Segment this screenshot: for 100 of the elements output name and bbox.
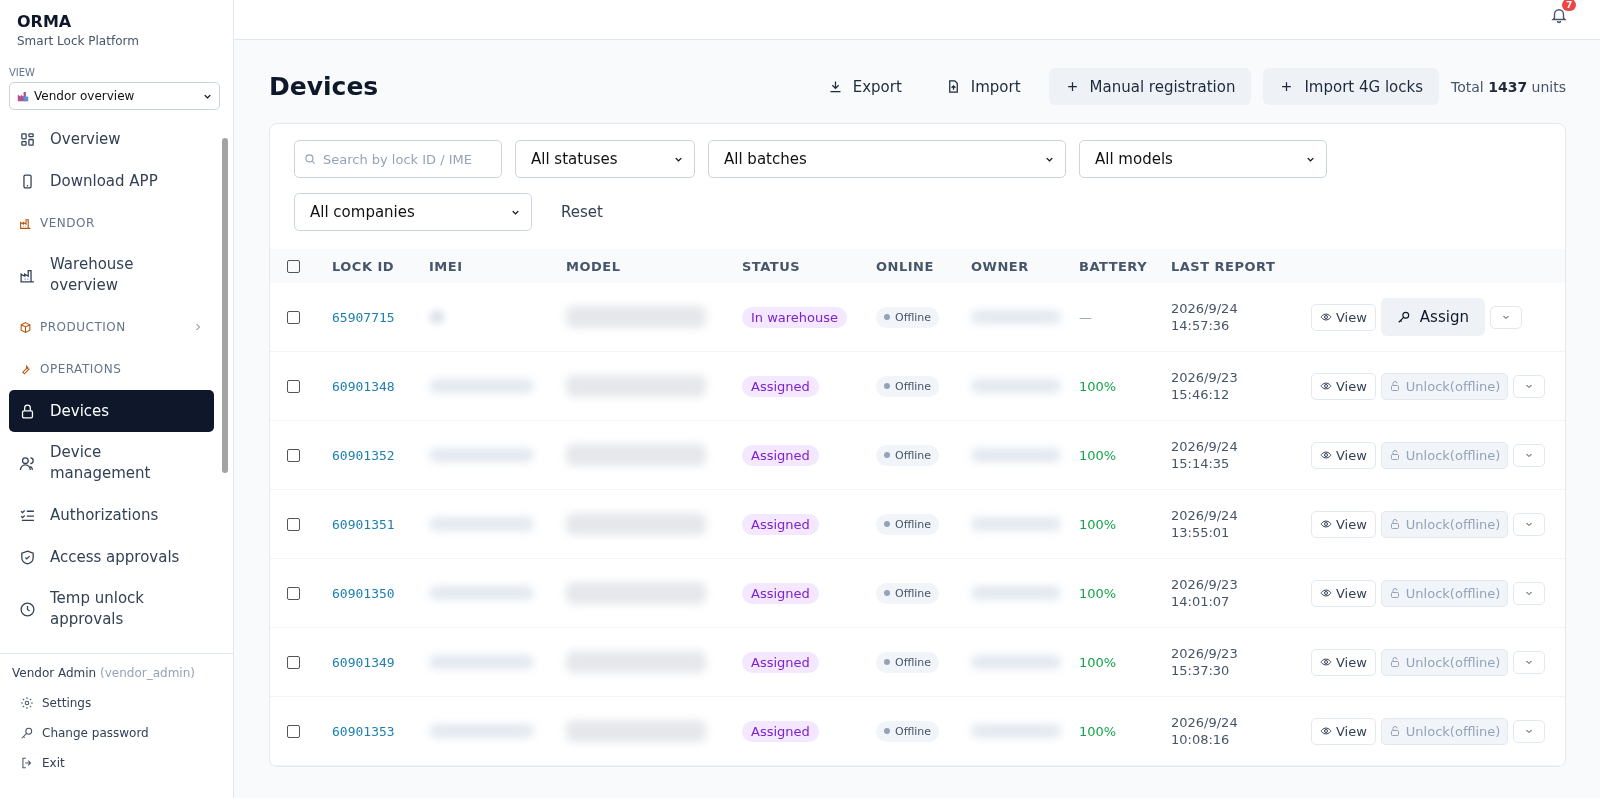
unlocked-padlock-icon	[1388, 518, 1401, 530]
filter-select[interactable]: All statuses	[515, 140, 695, 178]
nav-item[interactable]: Authorizations	[9, 494, 214, 536]
report-time: 2026/9/24 10:08:16	[1171, 714, 1238, 748]
column-header[interactable]: BATTERY	[1079, 258, 1148, 274]
lock-id-link[interactable]: 60901350	[332, 585, 395, 601]
column-header[interactable]: LOCK ID	[332, 258, 395, 274]
toolbar-button[interactable]: Export	[811, 68, 918, 105]
battery-level: 100%	[1079, 378, 1117, 394]
notification-bell-icon[interactable]	[1550, 6, 1568, 24]
filter-select[interactable]: All batches	[708, 140, 1066, 178]
column-header[interactable]: LAST REPORT	[1171, 258, 1276, 274]
lock-id-link[interactable]: 60901351	[332, 516, 395, 532]
nav-item[interactable]: Device management	[9, 432, 214, 494]
view-label: VIEW	[9, 67, 36, 78]
unlocked-padlock-icon	[1388, 380, 1401, 392]
view-button[interactable]: View	[1311, 303, 1376, 331]
view-select[interactable]: Vendor overview	[9, 82, 220, 110]
battery-level: 100%	[1079, 447, 1117, 463]
online-badge: Offline	[876, 444, 940, 466]
column-header[interactable]: ONLINE	[876, 258, 934, 274]
view-button[interactable]: View	[1311, 372, 1376, 400]
eye-icon	[1320, 311, 1332, 323]
column-header[interactable]: IMEI	[429, 258, 463, 274]
unlocked-padlock-icon	[1388, 587, 1401, 599]
brand-name: ORMA	[17, 12, 73, 31]
user-menu-link[interactable]: Change password	[12, 718, 221, 748]
column-header[interactable]: OWNER	[971, 258, 1029, 274]
add-button[interactable]: Import 4G locks	[1263, 68, 1439, 105]
online-badge: Offline	[876, 651, 940, 673]
factory-icon	[19, 216, 32, 230]
status-badge: Assigned	[742, 720, 819, 742]
lock-icon	[19, 402, 36, 420]
row-checkbox[interactable]	[287, 517, 300, 531]
row-checkbox[interactable]	[287, 655, 300, 669]
eye-icon	[1320, 656, 1332, 668]
row-checkbox[interactable]	[287, 379, 300, 393]
exit-icon	[20, 756, 34, 770]
unlocked-padlock-icon	[1388, 656, 1401, 668]
online-badge: Offline	[876, 375, 940, 397]
eye-icon	[1320, 518, 1332, 530]
battery-level: 100%	[1079, 585, 1117, 601]
notification-count: 7	[1562, 0, 1577, 11]
report-time: 2026/9/24 14:57:36	[1171, 300, 1238, 334]
view-button[interactable]: View	[1311, 441, 1376, 469]
nav-item[interactable]: Overview	[9, 118, 214, 160]
box-icon	[19, 320, 32, 334]
online-badge: Offline	[876, 513, 940, 535]
lock-id-link[interactable]: 60901349	[332, 654, 395, 670]
nav-item[interactable]: Warehouse overview	[9, 244, 214, 306]
status-badge: In warehouse	[742, 306, 848, 328]
row-checkbox[interactable]	[287, 448, 300, 462]
section-heading: VENDOR	[40, 216, 96, 230]
battery-level: 100%	[1079, 723, 1117, 739]
nav-item[interactable]: Access approvals	[9, 536, 214, 578]
nav-item[interactable]: Devices	[9, 390, 214, 432]
view-button[interactable]: View	[1311, 510, 1376, 538]
report-time: 2026/9/23 14:01:07	[1171, 576, 1238, 610]
row-checkbox[interactable]	[287, 586, 300, 600]
view-button[interactable]: View	[1311, 579, 1376, 607]
nav-item[interactable]: Temp unlock approvals	[9, 578, 214, 640]
filter-select[interactable]: All companies	[294, 193, 532, 231]
online-badge: Offline	[876, 306, 940, 328]
reset-button[interactable]: Reset	[545, 195, 619, 229]
add-button[interactable]: Manual registration	[1048, 68, 1252, 105]
unlocked-padlock-icon	[1388, 449, 1401, 461]
eye-icon	[1320, 587, 1332, 599]
view-button[interactable]: View	[1311, 648, 1376, 676]
user-menu-link[interactable]: Settings	[12, 688, 221, 718]
lock-id-link[interactable]: 60901348	[332, 378, 395, 394]
select-all-checkbox[interactable]	[287, 259, 300, 273]
view-button[interactable]: View	[1311, 717, 1376, 745]
lock-id-link[interactable]: 60901352	[332, 447, 395, 463]
unlocked-padlock-icon	[1388, 725, 1401, 737]
column-header[interactable]: MODEL	[566, 258, 621, 274]
filter-select[interactable]: All models	[1079, 140, 1327, 178]
report-time: 2026/9/24 13:55:01	[1171, 507, 1238, 541]
report-time: 2026/9/23 15:46:12	[1171, 369, 1238, 403]
page-title: Devices	[269, 72, 379, 101]
total-count: Total 1437 units	[1451, 78, 1566, 95]
lock-id-link[interactable]: 60901353	[332, 723, 395, 739]
row-checkbox[interactable]	[287, 310, 300, 324]
column-header[interactable]: STATUS	[742, 258, 801, 274]
assign-button[interactable]: Assign	[1380, 298, 1485, 336]
report-time: 2026/9/23 15:37:30	[1171, 645, 1238, 679]
search-icon	[303, 152, 317, 166]
battery-level: 100%	[1079, 654, 1117, 670]
battery-level: 100%	[1079, 516, 1117, 532]
brand-subtitle: Smart Lock Platform	[17, 34, 140, 48]
eye-icon	[1320, 725, 1332, 737]
battery-level: —	[1079, 309, 1092, 325]
user-menu-link[interactable]: Exit	[12, 748, 221, 778]
eye-icon	[1320, 380, 1332, 392]
toolbar-button[interactable]: Import	[929, 68, 1037, 105]
search-field[interactable]: Search by lock ID / IME	[294, 140, 502, 178]
row-checkbox[interactable]	[287, 724, 300, 738]
factory-icon	[16, 89, 30, 103]
nav-item[interactable]: Download APP	[9, 160, 214, 202]
lock-id-link[interactable]: 65907715	[332, 309, 395, 325]
eye-icon	[1320, 449, 1332, 461]
